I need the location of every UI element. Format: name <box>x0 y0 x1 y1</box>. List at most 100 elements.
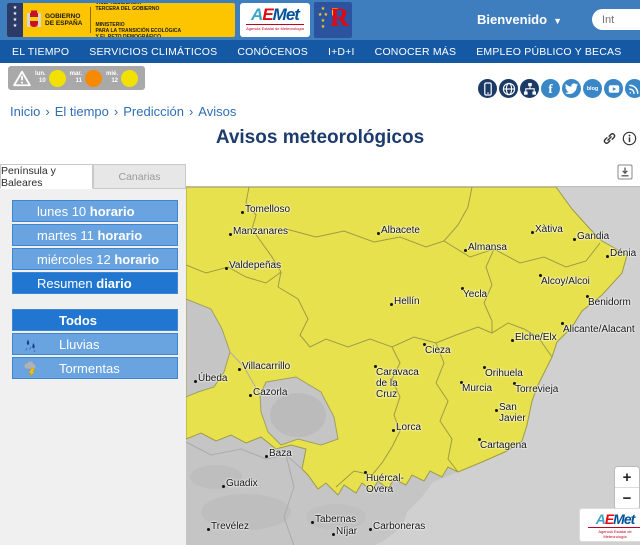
city-dot <box>377 232 380 235</box>
search-input[interactable] <box>592 9 640 30</box>
nav-item-i+d+i[interactable]: I+D+I <box>318 46 365 58</box>
ministry-text: VICEPRESIDENCIA TERCERA DEL GOBIERNO MIN… <box>95 3 181 37</box>
warning-level-circle <box>49 70 66 87</box>
city-label: Cazorla <box>253 387 287 398</box>
sidebar-button-lunes-10-horario[interactable]: lunes 10 horario <box>12 200 178 222</box>
city-dot <box>606 255 609 258</box>
city-dot <box>464 249 467 252</box>
recovery-plan-logo: ★★ ★★★ R <box>314 2 352 38</box>
city-label: Alcoy/Alcoi <box>541 276 590 287</box>
city-label: Gandia <box>577 231 609 242</box>
city-label: Xàtiva <box>535 224 563 235</box>
facebook-icon[interactable]: f <box>541 79 560 98</box>
sidebar-button-martes-11-horario[interactable]: martes 11 horario <box>12 224 178 246</box>
link-icon[interactable] <box>602 131 617 151</box>
city-label: Tabernas <box>315 514 356 525</box>
warning-day-12[interactable]: mié. 12 <box>106 70 138 87</box>
city-label: Hellín <box>394 296 420 307</box>
filter-button-group: TodosLluviasTormentas <box>12 309 178 381</box>
warning-day-label: mié. 12 <box>106 71 118 85</box>
city-label: Alicante/Alacant <box>563 324 635 335</box>
warning-day-label: lun. 10 <box>35 71 46 85</box>
gobierno-espana-logo[interactable]: ★★★★ GOBIERNO DE ESPAÑA VICEPRESIDENCIA … <box>7 3 235 37</box>
nav-item-empleo-público-y-becas[interactable]: EMPLEO PÚBLICO Y BECAS <box>466 46 631 58</box>
city-label: Guadix <box>226 478 258 489</box>
aemet-avisos-page: ★★★★ GOBIERNO DE ESPAÑA VICEPRESIDENCIA … <box>0 0 640 545</box>
city-dot <box>225 267 228 270</box>
map-zoom-control: + − <box>614 466 640 510</box>
warning-map[interactable]: TomellosoManzanaresAlbaceteValdepeñasXàt… <box>186 186 640 545</box>
day-button-group: lunes 10 horariomartes 11 horariomiércol… <box>12 200 178 296</box>
social-icons-bar: f blog <box>478 79 640 98</box>
breadcrumb-link-avisos[interactable]: Avisos <box>198 104 236 119</box>
warning-day-label: mar. 11 <box>70 71 82 85</box>
nav-item-conocer-más[interactable]: CONOCER MÁS <box>365 46 467 58</box>
nav-item-conócenos[interactable]: CONÓCENOS <box>227 46 318 58</box>
city-label: Almansa <box>468 242 507 253</box>
sidebar-button-lluvias[interactable]: Lluvias <box>12 333 178 355</box>
page-title: Avisos meteorológicos <box>0 127 640 149</box>
aemet-logo[interactable]: AEMet Agencia Estatal de Meteorología <box>240 3 310 37</box>
city-dot <box>241 211 244 214</box>
storm-icon <box>23 361 39 377</box>
city-label: Villacarrillo <box>242 361 290 372</box>
city-dot <box>390 303 393 306</box>
sitemap-icon[interactable] <box>520 79 539 98</box>
aemet-logo-word: AEMet <box>240 5 310 24</box>
city-dot <box>194 380 197 383</box>
logo-divider <box>90 7 91 33</box>
nav-item-el-tiempo[interactable]: EL TIEMPO <box>2 46 79 58</box>
breadcrumb-separator: › <box>114 104 118 119</box>
mobile-icon[interactable] <box>478 79 497 98</box>
info-icon[interactable] <box>622 131 637 151</box>
globe-icon[interactable] <box>499 79 518 98</box>
city-label: Caravaca de la Cruz <box>376 367 419 400</box>
city-label: Valdepeñas <box>229 260 281 271</box>
sidebar-button-miércoles-12-horario[interactable]: miércoles 12 horario <box>12 248 178 270</box>
city-dot <box>573 238 576 241</box>
nav-item-datos-abiertos[interactable]: DATOS ABIERTOS <box>631 46 640 58</box>
city-label: Baza <box>269 448 292 459</box>
top-header: ★★★★ GOBIERNO DE ESPAÑA VICEPRESIDENCIA … <box>0 0 640 40</box>
spain-coat-of-arms-icon <box>26 9 42 31</box>
city-label: Torrevieja <box>515 384 558 395</box>
sidebar-button-tormentas[interactable]: Tormentas <box>12 357 178 379</box>
download-icon[interactable] <box>617 164 633 185</box>
warning-days-list: lun. 10 mar. 11 mié. 12 <box>35 70 138 87</box>
city-dot <box>392 429 395 432</box>
tab-península-y-baleares[interactable]: Península y Baleares <box>0 164 93 189</box>
nav-item-servicios-climáticos[interactable]: SERVICIOS CLIMÁTICOS <box>79 46 227 58</box>
breadcrumb-link-inicio[interactable]: Inicio <box>10 104 40 119</box>
twitter-icon[interactable] <box>562 79 581 98</box>
city-label: Níjar <box>336 526 357 537</box>
city-dot <box>369 528 372 531</box>
sidebar-button-resumen-diario[interactable]: Resumen diario <box>12 272 178 294</box>
breadcrumb-separator: › <box>189 104 193 119</box>
welcome-menu[interactable]: Bienvenido▼ <box>477 12 562 27</box>
rss-icon[interactable] <box>625 79 640 98</box>
zoom-in-button[interactable]: + <box>615 467 639 488</box>
city-dot <box>249 394 252 397</box>
warning-day-10[interactable]: lun. 10 <box>35 70 66 87</box>
youtube-icon[interactable] <box>604 79 623 98</box>
city-dot <box>207 528 210 531</box>
warning-level-circle <box>85 70 102 87</box>
city-dot <box>332 533 335 536</box>
blog-icon[interactable]: blog <box>583 79 602 98</box>
title-row: Avisos meteorológicos <box>0 127 640 149</box>
city-dot <box>531 231 534 234</box>
tab-canarias[interactable]: Canarias <box>93 164 186 189</box>
breadcrumb-link-predicción[interactable]: Predicción <box>123 104 184 119</box>
city-label: Murcia <box>462 383 492 394</box>
zoom-out-button[interactable]: − <box>615 488 639 509</box>
title-actions <box>602 131 637 151</box>
city-label: Elche/Elx <box>515 332 557 343</box>
city-label: Albacete <box>381 225 420 236</box>
city-label: Trevélez <box>211 521 249 532</box>
city-label: Yecla <box>463 289 487 300</box>
warning-day-11[interactable]: mar. 11 <box>70 70 102 87</box>
sidebar-button-todos[interactable]: Todos <box>12 309 178 331</box>
city-dot <box>495 409 498 412</box>
breadcrumb-link-el-tiempo[interactable]: El tiempo <box>55 104 109 119</box>
city-label: Cieza <box>425 345 451 356</box>
